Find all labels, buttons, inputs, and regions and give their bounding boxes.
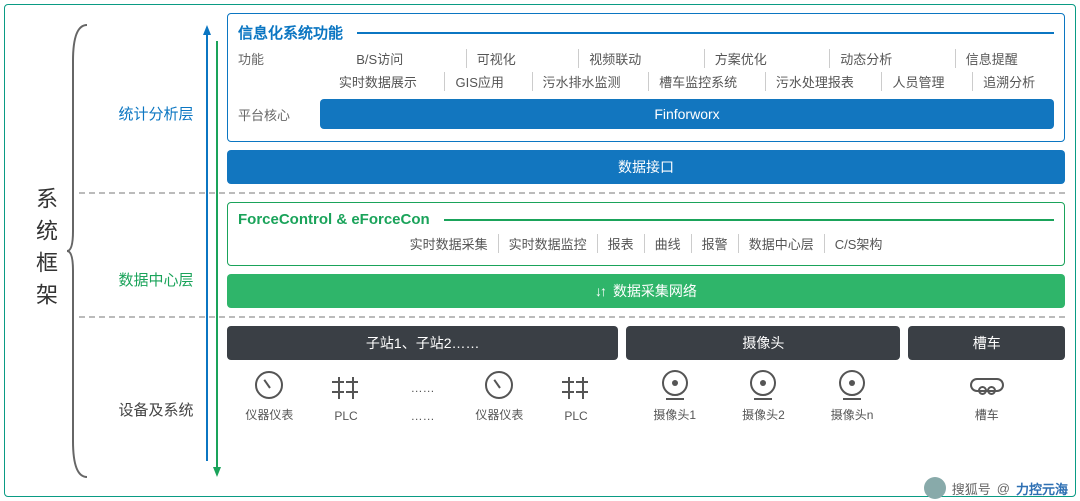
data-interface-pill: 数据接口: [227, 150, 1065, 184]
force-item: 报表: [597, 234, 644, 253]
func-item: 实时数据展示: [329, 72, 427, 91]
func-item: 视频联动: [578, 49, 651, 68]
force-item: 实时数据监控: [498, 234, 597, 253]
device-item: 仪器仪表: [464, 368, 534, 423]
func-item: 污水排水监测: [532, 72, 631, 91]
row-label-function: 功能: [238, 49, 320, 68]
func-item: 可视化: [466, 49, 526, 68]
func-item: 人员管理: [881, 72, 954, 91]
camera-icon: [835, 368, 869, 402]
force-item: 报警: [691, 234, 738, 253]
plc-icon: [329, 371, 363, 405]
platform-core-pill: Finforworx: [320, 99, 1054, 129]
credit-name: 力控元海: [1016, 479, 1068, 498]
layer-labels-column: 统计分析层 数据中心层 设备及系统: [85, 13, 227, 488]
ellipsis-icon: ……: [406, 371, 440, 405]
device-item: 摄像头2: [728, 368, 798, 423]
credit-line: 搜狐号 @ 力控元海: [924, 477, 1068, 499]
device-item: PLC: [311, 371, 381, 423]
device-item: 仪器仪表: [234, 368, 304, 423]
func-item: 追溯分析: [972, 72, 1045, 91]
device-group-cameras: 摄像头 摄像头1 摄像头2 摄像头n: [626, 326, 900, 423]
vertical-arrows-icon: [203, 21, 221, 481]
info-system-card: 信息化系统功能 功能 B/S访问 可视化 视频联动 方案优化 动态分析 信息提醒…: [227, 13, 1065, 142]
device-item: …… ……: [388, 371, 458, 423]
device-item: 摄像头n: [817, 368, 887, 423]
forcecontrol-card: ForceControl & eForceCon 实时数据采集 实时数据监控 报…: [227, 202, 1065, 266]
device-item: PLC: [541, 371, 611, 423]
plc-icon: [559, 371, 593, 405]
info-row1: B/S访问 可视化 视频联动 方案优化 动态分析 信息提醒: [320, 49, 1054, 68]
diagram-title: 系统框架: [29, 187, 61, 315]
info-system-head: 信息化系统功能: [238, 22, 1054, 43]
collect-network-pill: 数据采集网络: [227, 274, 1065, 308]
group-title: 子站1、子站2……: [227, 326, 618, 360]
func-item: 方案优化: [704, 49, 777, 68]
camera-icon: [746, 368, 780, 402]
device-item: 摄像头1: [640, 368, 710, 423]
camera-icon: [658, 368, 692, 402]
gauge-icon: [252, 368, 286, 402]
device-group-substations: 子站1、子站2…… 仪器仪表 PLC …… ……: [227, 326, 618, 423]
func-item: B/S访问: [346, 49, 413, 68]
func-item: 信息提醒: [955, 49, 1028, 68]
row-label-core: 平台核心: [238, 105, 320, 124]
func-item: 污水处理报表: [765, 72, 864, 91]
main-content: 信息化系统功能 功能 B/S访问 可视化 视频联动 方案优化 动态分析 信息提醒…: [227, 13, 1065, 488]
func-item: GIS应用: [444, 72, 513, 91]
tanker-icon: [970, 368, 1004, 402]
force-item: 实时数据采集: [400, 234, 498, 253]
force-item: 曲线: [644, 234, 691, 253]
divider-1: [79, 192, 1065, 194]
info-row2: 实时数据展示 GIS应用 污水排水监测 槽车监控系统 污水处理报表 人员管理 追…: [320, 72, 1054, 91]
gauge-icon: [482, 368, 516, 402]
force-item: C/S架构: [824, 234, 893, 253]
func-item: 槽车监控系统: [648, 72, 747, 91]
forcecontrol-head: ForceControl & eForceCon: [238, 211, 1054, 228]
diagram-frame: 系统框架 统计分析层 数据中心层 设备及系统 信息化系统功能 功能 B/S访问 …: [4, 4, 1076, 497]
group-title: 摄像头: [626, 326, 900, 360]
left-title-column: 系统框架: [5, 13, 85, 488]
force-row: 实时数据采集 实时数据监控 报表 曲线 报警 数据中心层 C/S架构: [238, 234, 1054, 253]
device-groups: 子站1、子站2…… 仪器仪表 PLC …… ……: [227, 326, 1065, 423]
credit-prefix: 搜狐号: [952, 479, 991, 498]
device-item: 槽车: [952, 368, 1022, 423]
group-title: 槽车: [908, 326, 1065, 360]
force-item: 数据中心层: [738, 234, 824, 253]
func-item: 动态分析: [829, 49, 902, 68]
divider-2: [79, 316, 1065, 318]
device-group-tanker: 槽车 槽车: [908, 326, 1065, 423]
avatar-icon: [924, 477, 946, 499]
